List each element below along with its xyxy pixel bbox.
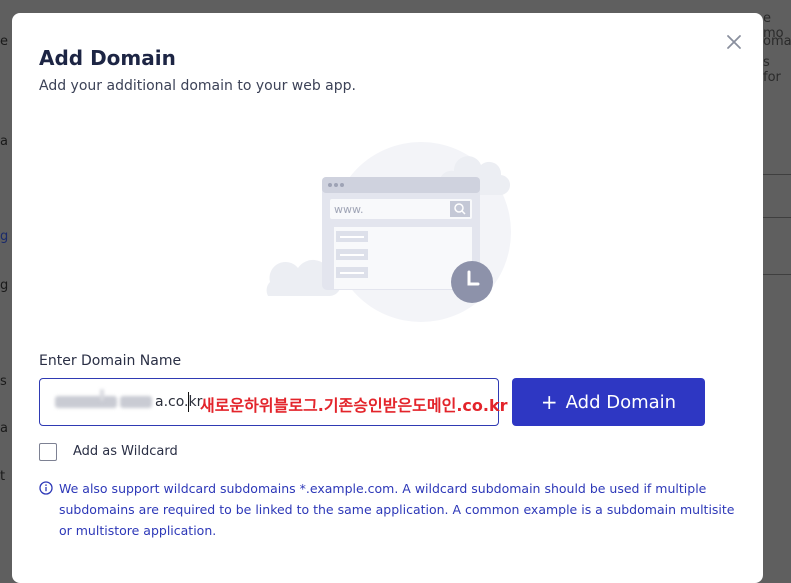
bg-text: t — [0, 469, 6, 484]
bg-text: s for — [763, 55, 781, 85]
bg-text: a — [0, 134, 8, 149]
url-placeholder: www. — [334, 203, 363, 216]
bg-divider — [763, 174, 791, 175]
bg-text: omain — [763, 34, 791, 49]
input-value: a.co.kr — [155, 394, 203, 410]
add-domain-button[interactable]: + Add Domain — [512, 378, 705, 426]
redacted-text — [120, 396, 152, 408]
redacted-text — [55, 396, 117, 408]
annotation-text: 새로운하위블로그.기존승인받은도메인.co.kr — [200, 396, 508, 415]
add-domain-button-label: Add Domain — [565, 391, 677, 413]
bg-text: g — [0, 278, 9, 293]
bg-divider — [763, 217, 791, 218]
text-caret — [188, 392, 189, 412]
info-icon — [39, 481, 53, 495]
modal-title: Add Domain — [39, 46, 176, 70]
redacted-text — [100, 389, 104, 401]
wildcard-info-text: We also support wildcard subdomains *.ex… — [59, 481, 735, 538]
bg-divider — [763, 274, 791, 275]
bg-text: e — [0, 34, 8, 49]
bg-text: s — [0, 374, 7, 389]
plus-icon: + — [540, 390, 558, 414]
add-domain-modal: Add Domain Add your additional domain to… — [12, 13, 763, 583]
wildcard-checkbox[interactable] — [39, 443, 57, 461]
close-icon — [727, 35, 741, 49]
close-button[interactable] — [725, 33, 743, 51]
modal-subtitle: Add your additional domain to your web a… — [39, 78, 356, 94]
bg-text: g — [0, 229, 9, 244]
domain-illustration: www. — [266, 142, 511, 322]
wildcard-label[interactable]: Add as Wildcard — [73, 444, 178, 459]
domain-name-label: Enter Domain Name — [39, 353, 182, 369]
bg-text: a — [0, 421, 8, 436]
